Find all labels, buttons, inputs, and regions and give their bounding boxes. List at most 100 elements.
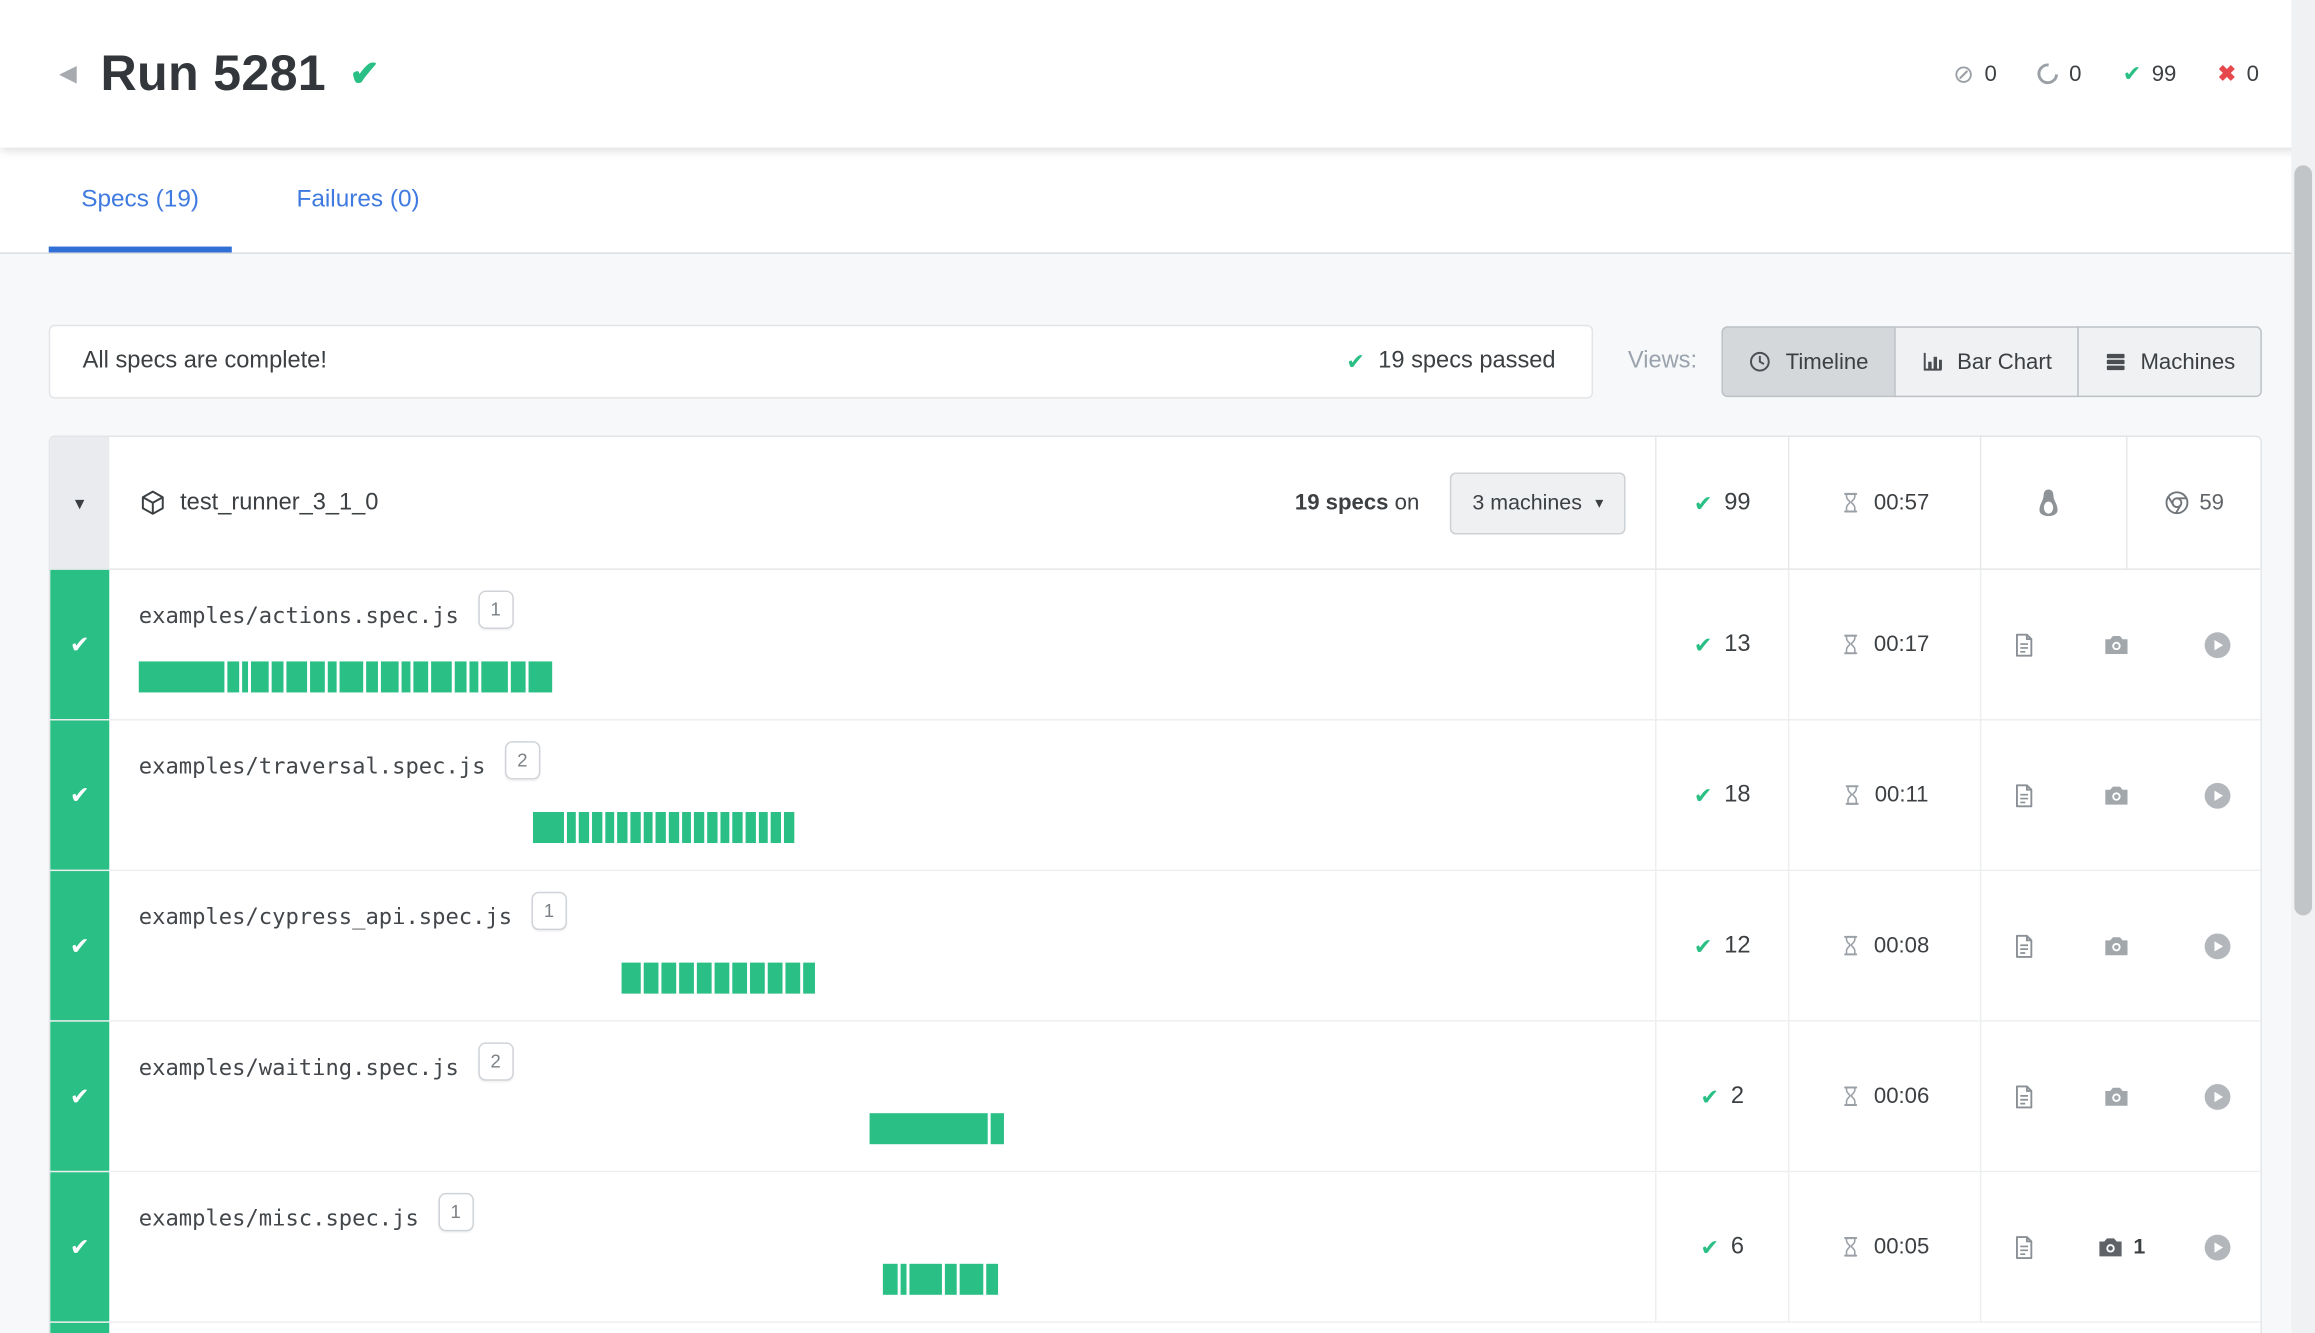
- screenshots-icon[interactable]: [2078, 932, 2163, 960]
- linux-icon: [2032, 486, 2063, 520]
- group-passed-count: ✔99: [1655, 437, 1788, 568]
- scrollbar-thumb[interactable]: [2294, 165, 2312, 915]
- spec-badge: 2: [478, 1042, 513, 1080]
- banner-passed-label: 19 specs passed: [1378, 348, 1555, 375]
- failed-stat: ✖0: [2218, 61, 2259, 88]
- spec-duration: 00:06: [1788, 1022, 1980, 1171]
- spec-row[interactable]: ✔ examples/misc.spec.js 1 ✔6 00:05 1: [50, 1172, 2260, 1323]
- banner-passed: ✔ 19 specs passed: [1346, 348, 1555, 375]
- completion-banner: All specs are complete! ✔ 19 specs passe…: [49, 325, 1593, 399]
- video-icon[interactable]: [2175, 1232, 2260, 1262]
- failed-icon: ✖: [2218, 61, 2237, 88]
- stdout-icon[interactable]: [1981, 782, 2066, 809]
- spec-passed-indicator: ✔: [50, 871, 109, 1020]
- stdout-icon[interactable]: [1981, 1234, 2066, 1261]
- view-timeline-button[interactable]: Timeline: [1722, 326, 1895, 397]
- check-icon: ✔: [1694, 782, 1713, 809]
- failed-count: 0: [2247, 61, 2259, 86]
- spec-passed-count: ✔18: [1655, 720, 1788, 869]
- specs-count-label: 19 specs on: [1295, 490, 1419, 515]
- spec-filename: examples/cypress_api.spec.js: [139, 898, 512, 936]
- spec-passed-indicator: ✔: [50, 1022, 109, 1171]
- spec-timeline: [870, 1113, 1655, 1144]
- group-collapse-toggle[interactable]: ▾: [50, 437, 109, 568]
- hourglass-icon: [1840, 1085, 1862, 1107]
- spec-passed-count: ✔13: [1655, 570, 1788, 719]
- pending-count: 0: [2069, 61, 2081, 86]
- spec-row[interactable]: ✔ examples/actions.spec.js 1 ✔13 00:17: [50, 570, 2260, 721]
- hourglass-icon: [1840, 633, 1862, 655]
- spec-timeline: [533, 812, 1655, 843]
- run-passed-icon: ✔: [350, 52, 380, 95]
- banner-message: All specs are complete!: [83, 348, 327, 375]
- spec-row[interactable]: ✔ examples/traversal.spec.js 2 ✔18 00:11: [50, 720, 2260, 871]
- scrollbar[interactable]: [2291, 0, 2315, 1333]
- pending-stat: 0: [2038, 61, 2081, 86]
- spec-passed-count: ✔6: [1655, 1172, 1788, 1321]
- spec-timeline: [139, 661, 1655, 692]
- screenshots-icon[interactable]: [2078, 781, 2163, 809]
- spec-badge: 2: [505, 741, 540, 779]
- screenshots-icon[interactable]: [2078, 630, 2163, 658]
- spec-passed-count: ✔2: [1655, 1022, 1788, 1171]
- passed-icon: ✔: [2123, 61, 2142, 88]
- video-icon[interactable]: [2175, 780, 2260, 810]
- spec-duration: 00:05: [1788, 1172, 1980, 1321]
- clock-icon: [1749, 350, 1773, 374]
- spec-row[interactable]: ✔ examples/cypress_api.spec.js 1 ✔12 00:…: [50, 871, 2260, 1022]
- screenshots-icon[interactable]: 1: [2078, 1233, 2163, 1261]
- views-label: Views:: [1628, 348, 1697, 375]
- tab-failures[interactable]: Failures (0): [264, 148, 452, 253]
- spec-timeline: [883, 1264, 1655, 1295]
- spec-badge: 1: [438, 1193, 473, 1231]
- video-icon[interactable]: [2175, 931, 2260, 961]
- spec-passed-indicator: ✔: [50, 720, 109, 869]
- spec-passed-indicator: ✔: [50, 570, 109, 719]
- group-duration: 00:57: [1788, 437, 1980, 568]
- skipped-count: 0: [1984, 61, 1996, 86]
- group-environment: 59: [1980, 437, 2261, 568]
- hourglass-icon: [1840, 935, 1862, 957]
- video-icon[interactable]: [2175, 1081, 2260, 1111]
- browser-cell: 59: [2126, 437, 2260, 568]
- group-header-row: ▾ test_runner_3_1_0 19 specs on 3 machin…: [50, 437, 2260, 570]
- spec-filename: examples/actions.spec.js: [139, 596, 459, 634]
- specs-table: ▾ test_runner_3_1_0 19 specs on 3 machin…: [49, 436, 2262, 1333]
- main-content: All specs are complete! ✔ 19 specs passe…: [0, 254, 2315, 1333]
- hourglass-icon: [1840, 492, 1862, 514]
- spec-row[interactable]: ✔ examples/waiting.spec.js 2 ✔2 00:06: [50, 1022, 2260, 1173]
- check-icon: ✔: [1694, 631, 1713, 658]
- stdout-icon[interactable]: [1981, 631, 2066, 658]
- stdout-icon[interactable]: [1981, 932, 2066, 959]
- spec-filename: examples/traversal.spec.js: [139, 747, 486, 785]
- hourglass-icon: [1841, 784, 1863, 806]
- check-icon: ✔: [1700, 1234, 1719, 1261]
- check-icon: ✔: [1700, 1083, 1719, 1110]
- pending-icon: [2034, 59, 2063, 88]
- back-button[interactable]: ◂: [59, 56, 77, 91]
- app-header: ◂ Run 5281 ✔ ⊘0 0 ✔99 ✖0: [0, 0, 2315, 148]
- check-icon: ✔: [1694, 489, 1713, 516]
- view-toggle-group: Timeline Bar Chart Machines: [1722, 326, 2262, 397]
- spec-passed-indicator: ✔: [50, 1172, 109, 1321]
- os-cell: [1981, 437, 2114, 568]
- spec-timeline: [622, 963, 1655, 994]
- view-barchart-button[interactable]: Bar Chart: [1894, 326, 2079, 397]
- spec-passed-indicator: [50, 1323, 109, 1333]
- cube-icon: [139, 489, 167, 517]
- spec-passed-count: ✔12: [1655, 871, 1788, 1020]
- tabs-bar: Specs (19) Failures (0): [0, 148, 2315, 254]
- stdout-icon[interactable]: [1981, 1083, 2066, 1110]
- check-icon: ✔: [1694, 932, 1713, 959]
- video-icon[interactable]: [2175, 630, 2260, 660]
- tab-specs[interactable]: Specs (19): [49, 148, 232, 253]
- bar-chart-icon: [1920, 350, 1944, 374]
- run-stats: ⊘0 0 ✔99 ✖0: [1953, 61, 2259, 88]
- spec-duration: 00:17: [1788, 570, 1980, 719]
- spec-row-partial: [50, 1323, 2260, 1333]
- spec-badge: 1: [531, 892, 566, 930]
- spec-filename: examples/waiting.spec.js: [139, 1048, 459, 1086]
- screenshots-icon[interactable]: [2078, 1082, 2163, 1110]
- view-machines-button[interactable]: Machines: [2077, 326, 2262, 397]
- machines-dropdown[interactable]: 3 machines ▾: [1450, 472, 1625, 534]
